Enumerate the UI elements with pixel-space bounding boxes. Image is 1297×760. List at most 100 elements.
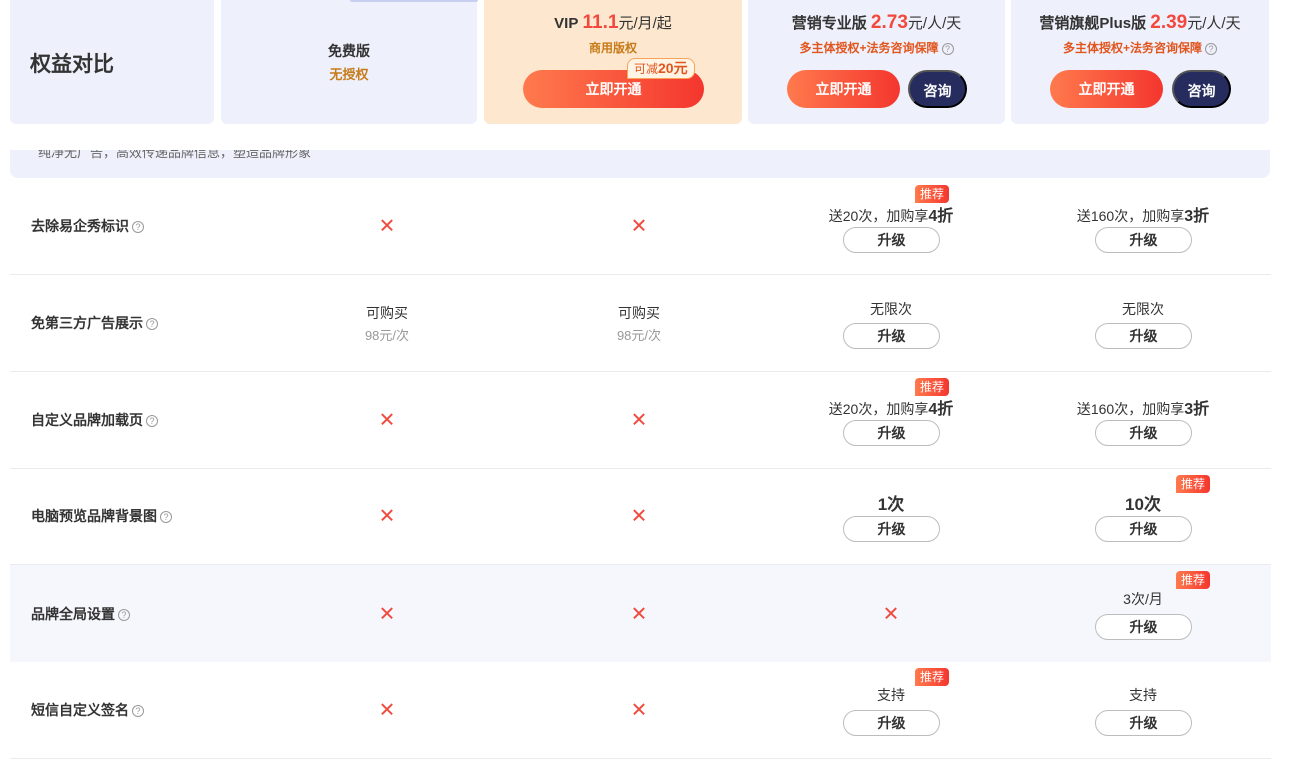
cell-free: ✕ [262,565,512,662]
cell-pro: 1次 升级 [766,468,1016,564]
cell-text: 送20次，加购享4折 [766,395,1016,419]
upgrade-button[interactable]: 升级 [1095,614,1192,640]
cross-icon: ✕ [630,699,648,722]
plan-vip-name: VIP [554,15,579,32]
plan-pro-license-text: 多主体授权+法务咨询保障 [799,41,939,55]
cross-icon: ✕ [378,699,396,722]
row-label-text: 品牌全局设置 [31,605,115,622]
table-row: 品牌全局设置? ✕ ✕ ✕ 推荐 3次/月 升级 [10,565,1271,662]
cell-text-prefix: 送160次，加购享 [1076,208,1185,224]
cell-free: ✕ [262,468,512,564]
cross-icon: ✕ [630,409,648,432]
recommend-badge: 推荐 [915,185,950,203]
help-icon[interactable]: ? [160,511,172,524]
cross-icon: ✕ [378,505,396,528]
cell-text: 送160次，加购享3折 [1018,395,1268,419]
upgrade-button[interactable]: 升级 [843,227,940,253]
cell-plus: 送160次，加购享3折 升级 [1018,372,1268,468]
upgrade-button[interactable]: 升级 [1095,420,1192,446]
cell-subtext: 98元/次 [364,328,410,343]
cell-text-prefix: 送160次，加购享 [1076,401,1185,417]
plan-pro-panel: 营销专业版 2.73元/人/天 多主体授权+法务咨询保障? 立即开通 咨询 [748,0,1005,124]
cell-text-bold: 4折 [928,401,954,418]
cell-plus: 支持 升级 [1018,662,1268,758]
plan-pro-price: 2.73 [870,12,908,33]
row-label: 去除易企秀标识? [31,216,144,236]
help-icon[interactable]: ? [118,608,130,621]
pro-open-button[interactable]: 立即开通 [787,70,900,108]
upgrade-button[interactable]: 升级 [843,323,940,349]
plan-pro-license: 多主体授权+法务咨询保障? [748,39,1005,56]
plan-pro-unit: 元/人/天 [907,15,962,32]
cross-icon: ✕ [882,603,900,625]
cell-text-bold: 3折 [1184,208,1210,225]
cross-icon: ✕ [630,215,648,238]
upgrade-button[interactable]: 升级 [1095,227,1192,253]
table-row: 免第三方广告展示? 可购买 98元/次 可购买 98元/次 无限次 升级 无限次… [10,275,1271,372]
plan-plus-name: 营销旗舰Plus版 [1039,15,1147,32]
help-icon[interactable]: ? [132,221,144,234]
help-icon[interactable]: ? [146,415,158,428]
row-label: 免第三方广告展示? [31,313,158,333]
cell-text: 送20次，加购享4折 [766,202,1016,226]
cell-text-bold: 3折 [1184,401,1210,418]
cell-text: 3次/月 [1123,591,1163,607]
cell-vip: ✕ [514,372,764,468]
cross-icon: ✕ [630,603,648,625]
upgrade-button[interactable]: 升级 [1095,323,1192,349]
upgrade-button[interactable]: 升级 [843,516,940,542]
help-icon[interactable]: ? [146,318,158,331]
help-icon[interactable]: ? [132,705,144,718]
vip-coupon-amount: 20元 [658,60,688,76]
plus-consult-button[interactable]: 咨询 [1172,70,1231,108]
row-label-text: 免第三方广告展示 [31,315,143,331]
plus-open-button[interactable]: 立即开通 [1050,70,1163,108]
cell-free: 可购买 98元/次 [262,275,512,371]
upgrade-button[interactable]: 升级 [843,420,940,446]
cross-icon: ✕ [378,409,396,432]
pro-consult-button[interactable]: 咨询 [908,70,967,108]
plan-plus-price-line: 营销旗舰Plus版 2.39元/人/天 [1011,12,1269,34]
cross-icon: ✕ [378,603,396,625]
cell-pro: 无限次 升级 [766,275,1016,371]
upgrade-button[interactable]: 升级 [1095,516,1192,542]
plan-plus-panel: 营销旗舰Plus版 2.39元/人/天 多主体授权+法务咨询保障? 立即开通 咨… [1011,0,1269,124]
cell-vip: ✕ [514,565,764,662]
cell-text: 支持 [1129,687,1157,703]
help-icon[interactable]: ? [1205,42,1217,55]
help-icon[interactable]: ? [941,42,954,55]
vip-coupon-prefix: 可减 [634,62,659,76]
plan-vip-price-line: VIP 11.1元/月/起 [484,12,742,34]
cell-vip: ✕ [514,178,764,274]
cell-text-bold: 4折 [928,208,954,225]
cell-free: ✕ [262,372,512,468]
cell-text: 可购买 [618,305,660,321]
page-title: 权益对比 [30,53,114,76]
row-label-text: 电脑预览品牌背景图 [31,508,157,524]
plan-vip-panel: VIP 11.1元/月/起 商用版权 立即开通 可减20元 [484,0,742,124]
cell-pro: ✕ [766,565,1016,662]
upgrade-button[interactable]: 升级 [843,710,940,736]
plan-plus-license: 多主体授权+法务咨询保障? [1011,39,1269,56]
cell-text: 10次 [1125,495,1161,514]
cell-plus: 推荐 10次 升级 [1018,468,1268,564]
row-label-text: 短信自定义签名 [31,702,129,718]
cell-pro: 推荐 送20次，加购享4折 升级 [766,178,1016,274]
row-label-text: 自定义品牌加载页 [31,412,143,428]
cell-plus: 送160次，加购享3折 升级 [1018,178,1268,274]
cell-vip: ✕ [514,468,764,564]
plan-vip-unit: 元/月/起 [618,15,672,32]
plan-free-name: 免费版 [328,43,370,59]
section-description-text: 纯净无广告，高效传递品牌信息，塑造品牌形象 [38,150,312,160]
plan-vip-price: 11.1 [582,12,619,33]
plan-vip-license: 商用版权 [588,41,637,55]
plan-pro-price-line: 营销专业版 2.73元/人/天 [748,12,1005,34]
plan-plus-unit: 元/人/天 [1187,15,1241,32]
row-label: 短信自定义签名? [31,700,144,720]
cell-text: 无限次 [1122,301,1164,317]
upgrade-button[interactable]: 升级 [1095,710,1192,736]
table-row: 电脑预览品牌背景图? ✕ ✕ 1次 升级 推荐 10次 升级 [10,468,1271,565]
cell-subtext: 98元/次 [616,328,662,343]
cross-icon: ✕ [630,505,648,528]
table-row: 自定义品牌加载页? ✕ ✕ 推荐 送20次，加购享4折 升级 送160次，加购享… [10,372,1271,469]
